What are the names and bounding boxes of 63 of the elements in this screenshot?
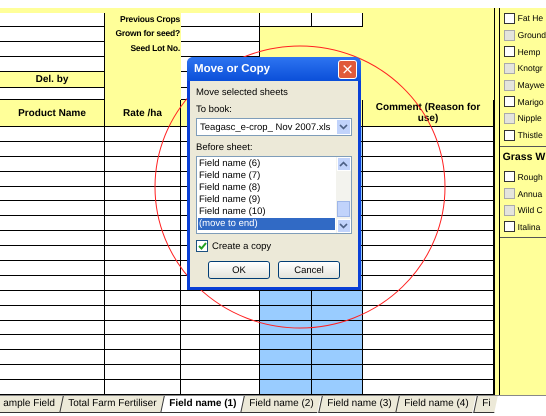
- table-cell: [312, 365, 363, 380]
- checkbox[interactable]: [504, 221, 515, 232]
- sheet-tab[interactable]: Field name (3): [318, 396, 400, 413]
- checkbox-label: Ground: [518, 30, 546, 40]
- checkbox-label: Rough: [518, 172, 543, 182]
- row-label: Seed Lot No.: [105, 42, 181, 57]
- scroll-down-icon[interactable]: [339, 124, 348, 130]
- list-item[interactable]: Field name (6): [198, 158, 335, 170]
- table-cell: [260, 350, 312, 366]
- table-cell: [312, 350, 363, 366]
- ok-button[interactable]: OK: [208, 261, 270, 279]
- checkbox-label: Annua: [518, 188, 542, 199]
- checkbox-label: Maywe: [518, 80, 545, 90]
- checkbox-label: Thistle: [518, 130, 543, 140]
- checkbox-label: Hemp: [518, 46, 540, 57]
- list-item[interactable]: Field name (7): [198, 170, 335, 182]
- checkbox[interactable]: [504, 171, 515, 182]
- sheet-tab[interactable]: ample Field: [0, 396, 62, 413]
- list-item[interactable]: (move to end): [198, 218, 335, 230]
- field-label: To book:: [196, 104, 233, 115]
- list-item[interactable]: Field name (9): [198, 194, 335, 206]
- checkbox[interactable]: [504, 96, 515, 108]
- scroll-down-icon[interactable]: [339, 223, 348, 229]
- dialog-title: Move or Copy: [194, 63, 270, 75]
- row-label: Previous Crops: [105, 13, 181, 27]
- sheet-tab[interactable]: Total Farm Fertiliser: [58, 396, 164, 413]
- column-header: Rate /ha: [105, 100, 181, 127]
- cancel-button[interactable]: Cancel: [278, 261, 340, 279]
- checkbox[interactable]: [504, 130, 515, 141]
- scrollbar-thumb[interactable]: [337, 201, 350, 217]
- scrollbar[interactable]: [336, 157, 351, 233]
- table-cell: [312, 13, 363, 27]
- check-icon: [198, 242, 206, 250]
- checkbox[interactable]: [196, 240, 208, 252]
- list-item[interactable]: Field name (10): [198, 206, 335, 218]
- checkbox-label: Italina: [518, 222, 540, 232]
- sheet-tab[interactable]: Field name (2): [240, 396, 322, 413]
- checkbox-label: Wild C: [518, 205, 543, 216]
- checkbox[interactable]: [504, 46, 515, 58]
- table-cell: [312, 306, 363, 321]
- table-cell: [260, 306, 312, 321]
- table-cell: [312, 335, 363, 350]
- checkbox-label: Nipple: [518, 113, 542, 124]
- list-item[interactable]: Field name (8): [198, 182, 335, 194]
- sheet-tab[interactable]: Field name (4): [395, 396, 477, 413]
- table-cell: [260, 290, 312, 306]
- field-label: Before sheet:: [196, 142, 254, 153]
- table-cell: [260, 365, 312, 380]
- sheet-tab[interactable]: Fi: [472, 396, 498, 413]
- book-dropdown[interactable]: Teagasc_e-crop_ Nov 2007.xls: [196, 118, 352, 136]
- instruction-text: Move selected sheets: [196, 87, 289, 98]
- group-heading: Grass W: [500, 146, 546, 168]
- table-cell: [260, 335, 312, 350]
- table-cell: [260, 13, 312, 27]
- checkbox-label: Knotgr: [518, 63, 543, 74]
- scroll-up-icon[interactable]: [339, 161, 348, 167]
- checkbox-label: Create a copy: [212, 240, 272, 252]
- table-cell: Del. by: [0, 72, 105, 88]
- checkbox-label: Marigo: [518, 96, 544, 107]
- checkbox[interactable]: [504, 12, 515, 24]
- checkbox-label: Fat He: [518, 13, 544, 24]
- column-header: Product Name: [0, 100, 105, 127]
- row-label: Grown for seed?: [105, 27, 181, 42]
